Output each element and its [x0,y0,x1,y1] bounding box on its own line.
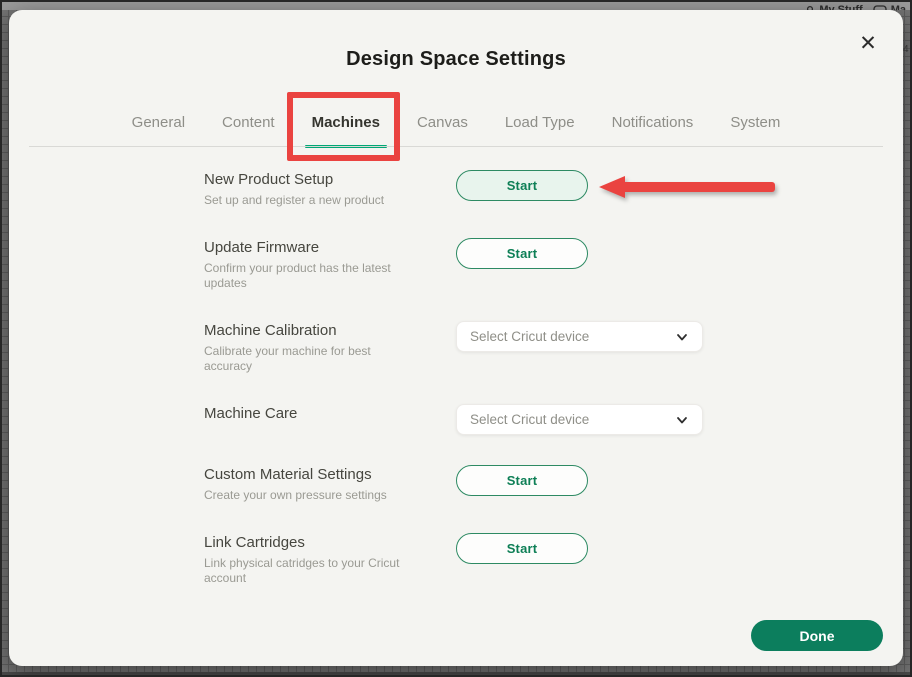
select-value: Select Cricut device [470,412,589,427]
dialog-title: Design Space Settings [9,10,903,71]
tab-label: General [132,114,185,131]
setting-label: New Product Setup [204,170,456,189]
window-bottom-edge [0,672,912,677]
setting-label: Custom Material Settings [204,465,456,484]
start-button-label: Start [507,178,538,193]
settings-rows: New Product Setup Set up and register a … [9,146,903,616]
tab-system[interactable]: System [730,114,780,146]
setting-description: Calibrate your machine for best accuracy [204,344,422,374]
tab-label: Canvas [417,114,468,131]
app-header-strip: My Stuff Ma [2,2,910,10]
machine-care-select[interactable]: Select Cricut device [456,404,703,435]
link-cartridges-start-button[interactable]: Start [456,533,588,564]
machine-calibration-select[interactable]: Select Cricut device [456,321,703,352]
tab-label: Machines [312,114,380,131]
tab-load-type[interactable]: Load Type [505,114,575,146]
close-button[interactable]: ✕ [855,30,881,56]
canvas-ruler-number: 4 [903,44,909,55]
setting-description: Link physical catridges to your Cricut a… [204,556,422,586]
start-button-label: Start [507,246,538,261]
settings-row-machine-care: Machine Care Select Cricut device [9,404,903,435]
chevron-down-icon [675,413,689,427]
start-button-label: Start [507,473,538,488]
settings-row-update-firmware: Update Firmware Confirm your product has… [9,238,903,291]
done-button[interactable]: Done [751,620,883,651]
setting-label: Update Firmware [204,238,456,257]
tab-canvas[interactable]: Canvas [417,114,468,146]
select-value: Select Cricut device [470,329,589,344]
chevron-down-icon [675,330,689,344]
setting-label: Machine Care [204,404,456,423]
settings-row-link-cartridges: Link Cartridges Link physical catridges … [9,533,903,586]
tab-label: Notifications [612,114,694,131]
custom-material-settings-start-button[interactable]: Start [456,465,588,496]
new-product-setup-start-button[interactable]: Start [456,170,588,201]
setting-description: Confirm your product has the latest upda… [204,261,422,291]
tab-label: Load Type [505,114,575,131]
tab-general[interactable]: General [132,114,185,146]
tab-label: Content [222,114,275,131]
tab-machines[interactable]: Machines [312,114,380,146]
tab-content[interactable]: Content [222,114,275,146]
settings-row-machine-calibration: Machine Calibration Calibrate your machi… [9,321,903,374]
settings-row-new-product-setup: New Product Setup Set up and register a … [9,170,903,208]
settings-row-custom-material-settings: Custom Material Settings Create your own… [9,465,903,503]
start-button-label: Start [507,541,538,556]
setting-label: Link Cartridges [204,533,456,552]
close-icon: ✕ [859,31,877,55]
setting-label: Machine Calibration [204,321,456,340]
update-firmware-start-button[interactable]: Start [456,238,588,269]
setting-description: Create your own pressure settings [204,488,422,503]
setting-description: Set up and register a new product [204,193,422,208]
tab-bar: General Content Machines Canvas Load Typ… [9,88,903,146]
done-button-label: Done [800,628,835,644]
settings-dialog: Design Space Settings ✕ General Content … [9,10,903,666]
tab-label: System [730,114,780,131]
tab-notifications[interactable]: Notifications [612,114,694,146]
